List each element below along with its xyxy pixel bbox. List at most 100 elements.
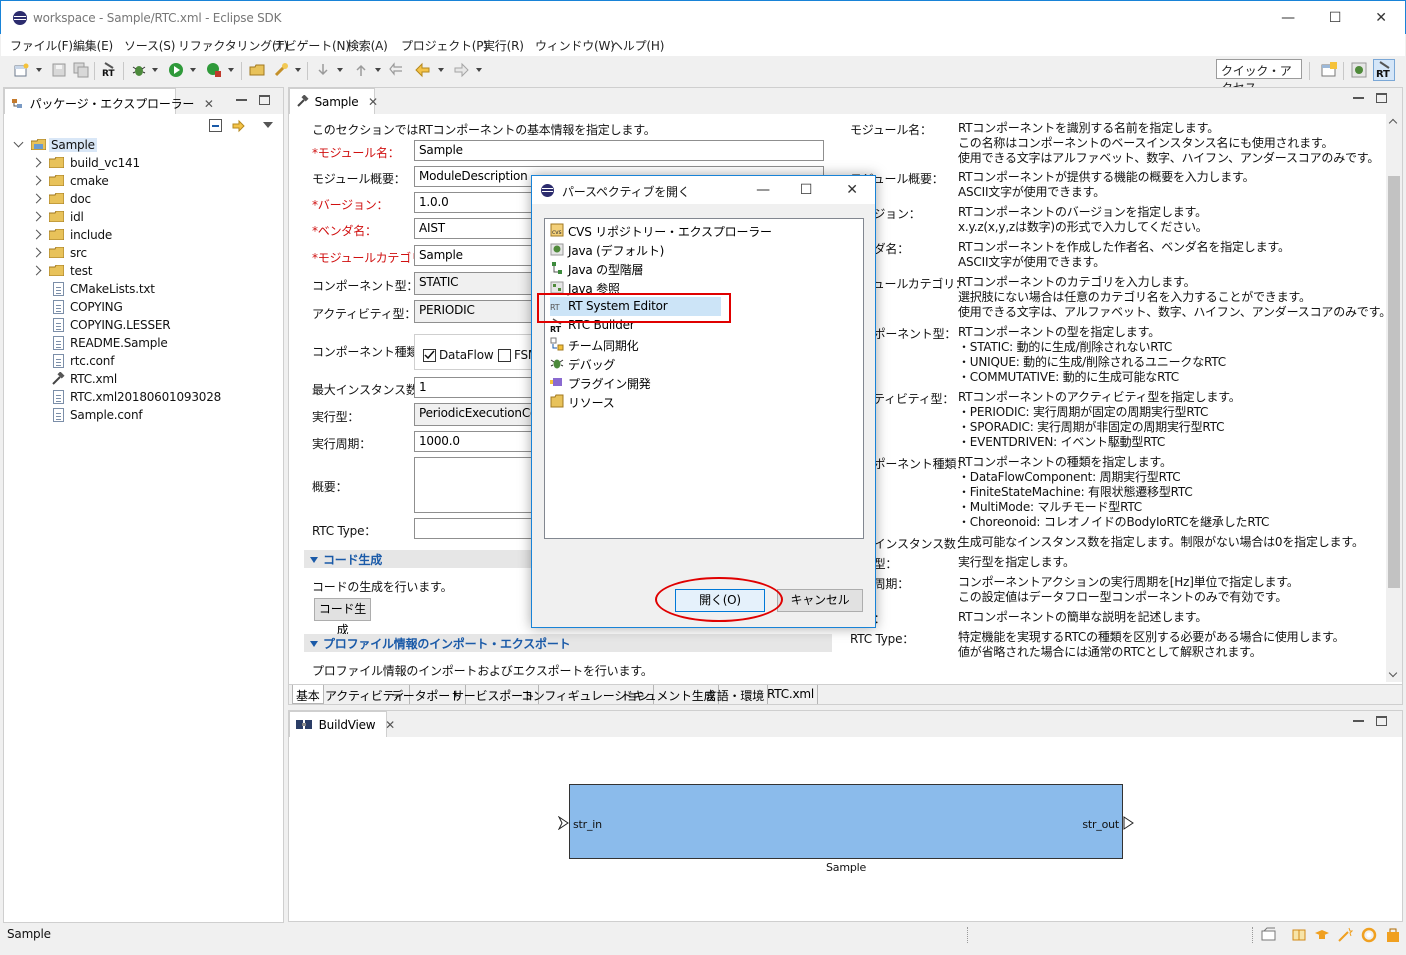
module-name-input[interactable]: Sample: [414, 140, 824, 161]
tree-item-folder[interactable]: src: [4, 244, 264, 262]
minimize-button[interactable]: —: [1276, 7, 1300, 29]
tree-item-folder[interactable]: idl: [4, 208, 264, 226]
tab-buildview[interactable]: BuildView ✕: [289, 711, 395, 737]
list-item[interactable]: cvs CVS リポジトリー・エクスプローラー: [550, 221, 850, 240]
save-all-icon[interactable]: [73, 62, 89, 78]
close-button[interactable]: ✕: [1369, 7, 1393, 29]
tab-basic[interactable]: 基本: [292, 685, 324, 704]
save-icon[interactable]: [51, 62, 67, 78]
collapse-chevron-icon[interactable]: [13, 137, 24, 148]
tree-item-file[interactable]: COPYING: [4, 298, 264, 316]
list-item[interactable]: Java (デフォルト): [550, 240, 850, 259]
menu-search[interactable]: 検索(A): [347, 37, 388, 54]
generate-code-button[interactable]: コード生成: [314, 598, 371, 637]
last-edit-icon[interactable]: [389, 62, 405, 78]
expand-chevron-icon[interactable]: [31, 175, 42, 186]
close-tab-icon[interactable]: ✕: [385, 718, 395, 732]
tree-item-folder[interactable]: build_vc141: [4, 154, 264, 172]
expand-chevron-icon[interactable]: [31, 157, 42, 168]
menu-refactor[interactable]: リファクタリング(T): [178, 37, 288, 54]
magic-wand-icon[interactable]: [1337, 927, 1353, 943]
menu-navigate[interactable]: ナビゲート(N): [273, 37, 350, 54]
prev-annotation-icon[interactable]: [353, 62, 369, 78]
tab-sample-editor[interactable]: Sample ✕: [289, 88, 378, 114]
menu-run[interactable]: 実行(R): [483, 37, 524, 54]
expand-chevron-icon[interactable]: [31, 247, 42, 258]
open-type-icon[interactable]: [249, 62, 265, 78]
next-annotation-icon[interactable]: [315, 62, 331, 78]
minimize-view-icon[interactable]: [1353, 720, 1364, 722]
maximize-view-icon[interactable]: [259, 95, 270, 105]
expand-chevron-icon[interactable]: [31, 193, 42, 204]
dialog-minimize-button[interactable]: —: [751, 179, 775, 201]
perspective-switch-icon[interactable]: [1261, 927, 1277, 943]
list-item[interactable]: チーム同期化: [550, 335, 850, 354]
maximize-view-icon[interactable]: [1376, 93, 1387, 103]
outport-icon[interactable]: [1123, 816, 1135, 830]
tree-item-folder[interactable]: cmake: [4, 172, 264, 190]
menu-window[interactable]: ウィンドウ(W): [535, 37, 615, 54]
back-icon[interactable]: [415, 62, 431, 78]
close-tab-icon[interactable]: ✕: [204, 97, 214, 111]
view-menu-icon[interactable]: [263, 122, 273, 128]
expand-chevron-icon[interactable]: [31, 265, 42, 276]
rt-perspective-button[interactable]: RT: [1373, 59, 1395, 81]
tree-item-file[interactable]: README.Sample: [4, 334, 264, 352]
tree-item-folder[interactable]: doc: [4, 190, 264, 208]
menu-project[interactable]: プロジェクト(P): [401, 37, 488, 54]
perspective-list[interactable]: cvs CVS リポジトリー・エクスプローラー Java (デフォルト) Jav…: [544, 218, 864, 539]
tree-item-file[interactable]: rtc.conf: [4, 352, 264, 370]
list-item[interactable]: デバッグ: [550, 354, 850, 373]
link-editor-icon[interactable]: [231, 118, 247, 134]
rt-builder-icon[interactable]: RT: [101, 62, 117, 78]
dialog-maximize-button[interactable]: ☐: [794, 179, 818, 201]
search-icon[interactable]: [273, 62, 289, 78]
vertical-scrollbar[interactable]: [1386, 114, 1402, 682]
menu-help[interactable]: ヘルプ(H): [611, 37, 664, 54]
external-tools-icon[interactable]: [206, 62, 222, 78]
minimize-view-icon[interactable]: [236, 99, 247, 101]
fsm-checkbox[interactable]: [498, 349, 511, 362]
graduation-cap-icon[interactable]: [1314, 927, 1330, 943]
menu-edit[interactable]: 編集(E): [73, 37, 113, 54]
tab-package-explorer[interactable]: パッケージ・エクスプローラー ✕: [4, 88, 214, 114]
tree-item-folder[interactable]: test: [4, 262, 264, 280]
tree-item-file[interactable]: COPYING.LESSER: [4, 316, 264, 334]
maximize-view-icon[interactable]: [1376, 716, 1387, 726]
scroll-up-icon[interactable]: [1388, 118, 1398, 128]
tree-item-file[interactable]: RTC.xml20180601093028: [4, 388, 264, 406]
list-item[interactable]: プラグイン開発: [550, 373, 850, 392]
minimize-view-icon[interactable]: [1353, 97, 1364, 99]
open-perspective-icon[interactable]: [1321, 62, 1337, 78]
profile-section-header[interactable]: プロファイル情報のインポート・エクスポート: [304, 634, 832, 652]
scroll-down-icon[interactable]: [1388, 668, 1398, 678]
debug-icon[interactable]: [131, 62, 147, 78]
java-perspective-icon[interactable]: [1351, 62, 1367, 78]
close-tab-icon[interactable]: ✕: [368, 95, 378, 109]
quick-access-field[interactable]: クイック・アクセス: [1216, 59, 1302, 95]
tab-language[interactable]: 言語・環境: [702, 685, 769, 704]
cancel-button[interactable]: キャンセル: [777, 589, 863, 612]
inport-icon[interactable]: [558, 816, 570, 830]
tree-item-file[interactable]: RTC.xml: [4, 370, 264, 388]
expand-chevron-icon[interactable]: [31, 229, 42, 240]
tree-item-file[interactable]: CMakeLists.txt: [4, 280, 264, 298]
tree-item-folder[interactable]: include: [4, 226, 264, 244]
tab-rtc-xml[interactable]: RTC.xml: [764, 685, 819, 704]
tree-item-project[interactable]: Sample: [4, 136, 264, 154]
bag-icon[interactable]: [1385, 927, 1401, 943]
menu-source[interactable]: ソース(S): [124, 37, 175, 54]
dataflow-checkbox[interactable]: [423, 349, 436, 362]
run-icon[interactable]: [168, 62, 184, 78]
scrollbar-thumb[interactable]: [1388, 176, 1400, 588]
menu-file[interactable]: ファイル(F): [10, 37, 73, 54]
collapse-all-icon[interactable]: [209, 119, 222, 132]
dialog-close-button[interactable]: ✕: [840, 179, 864, 201]
expand-chevron-icon[interactable]: [31, 211, 42, 222]
list-item[interactable]: リソース: [550, 392, 850, 411]
help-lifebuoy-icon[interactable]: [1361, 927, 1377, 943]
tree-item-file[interactable]: Sample.conf: [4, 406, 264, 424]
book-icon[interactable]: [1291, 927, 1307, 943]
forward-icon[interactable]: [453, 62, 469, 78]
rtc-component-box[interactable]: str_in str_out: [569, 784, 1123, 859]
